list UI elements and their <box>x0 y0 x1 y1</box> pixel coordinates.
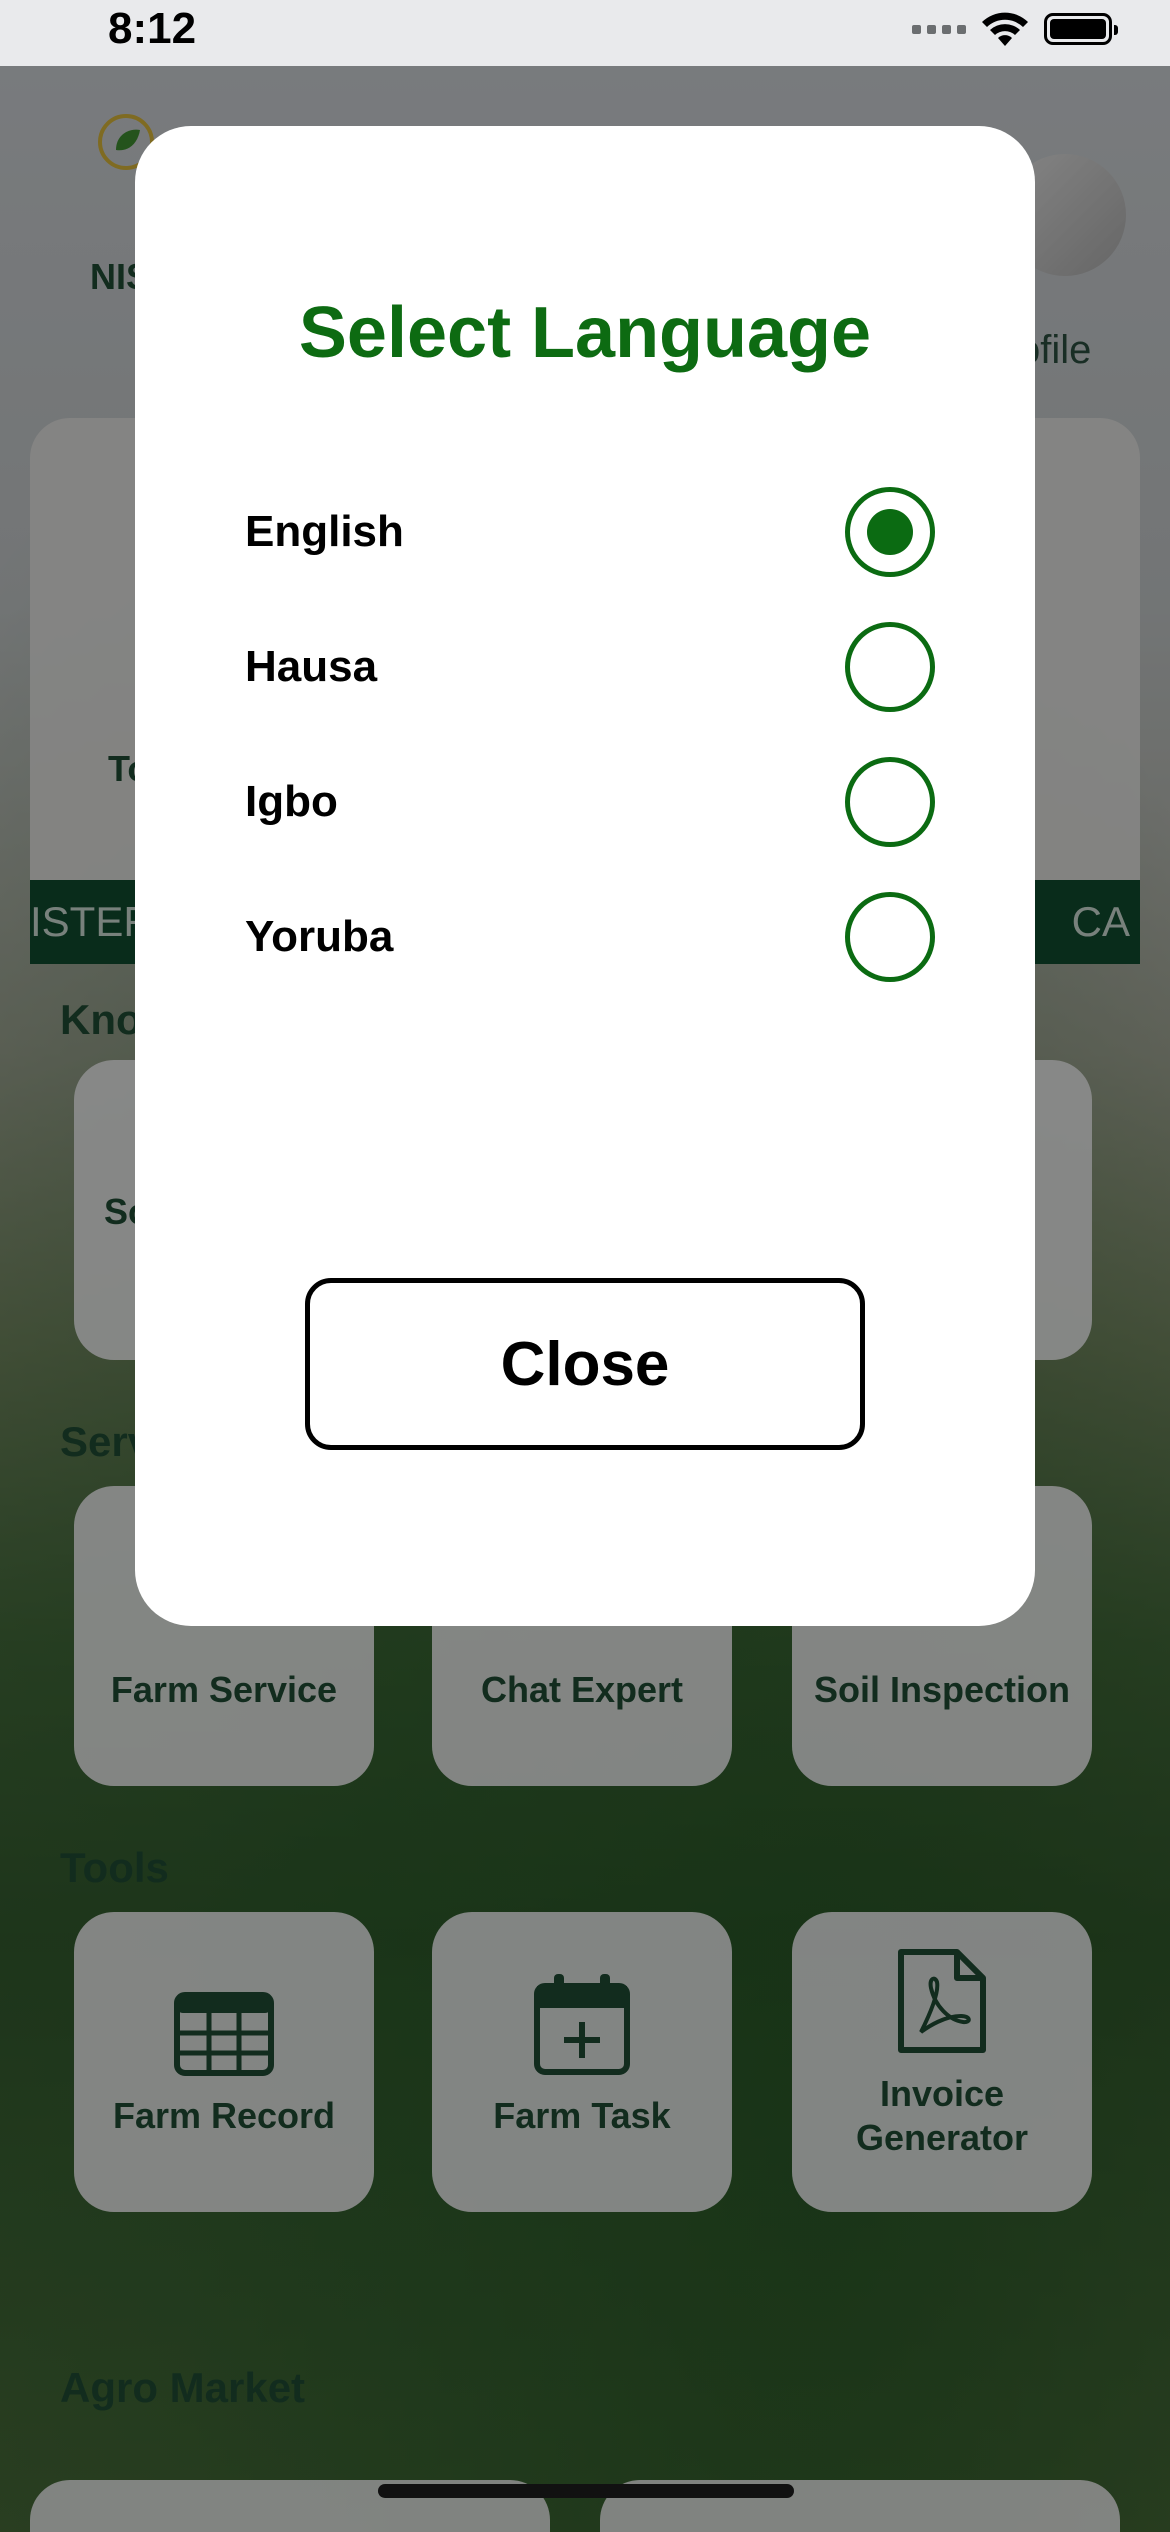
language-option-igbo[interactable]: Igbo <box>245 752 935 852</box>
radio-igbo[interactable] <box>845 757 935 847</box>
language-option-yoruba[interactable]: Yoruba <box>245 887 935 987</box>
radio-yoruba[interactable] <box>845 892 935 982</box>
language-label-english: English <box>245 507 404 556</box>
language-label-igbo: Igbo <box>245 777 338 826</box>
wifi-icon <box>982 12 1028 46</box>
status-icons <box>912 10 1118 48</box>
language-label-hausa: Hausa <box>245 642 378 691</box>
language-label-yoruba: Yoruba <box>245 912 394 961</box>
cellular-signal-icon <box>912 24 966 34</box>
radio-english[interactable] <box>845 487 935 577</box>
language-modal: Select Language English Hausa Igbo Yorub… <box>135 126 1035 1626</box>
radio-selected-dot <box>867 509 913 555</box>
radio-hausa[interactable] <box>845 622 935 712</box>
close-button[interactable]: Close <box>305 1278 865 1450</box>
modal-title: Select Language <box>298 293 872 373</box>
status-time: 8:12 <box>108 4 197 53</box>
language-option-english[interactable]: English <box>245 482 935 582</box>
language-option-hausa[interactable]: Hausa <box>245 617 935 717</box>
battery-icon <box>1044 13 1118 45</box>
home-indicator[interactable] <box>378 2484 794 2498</box>
